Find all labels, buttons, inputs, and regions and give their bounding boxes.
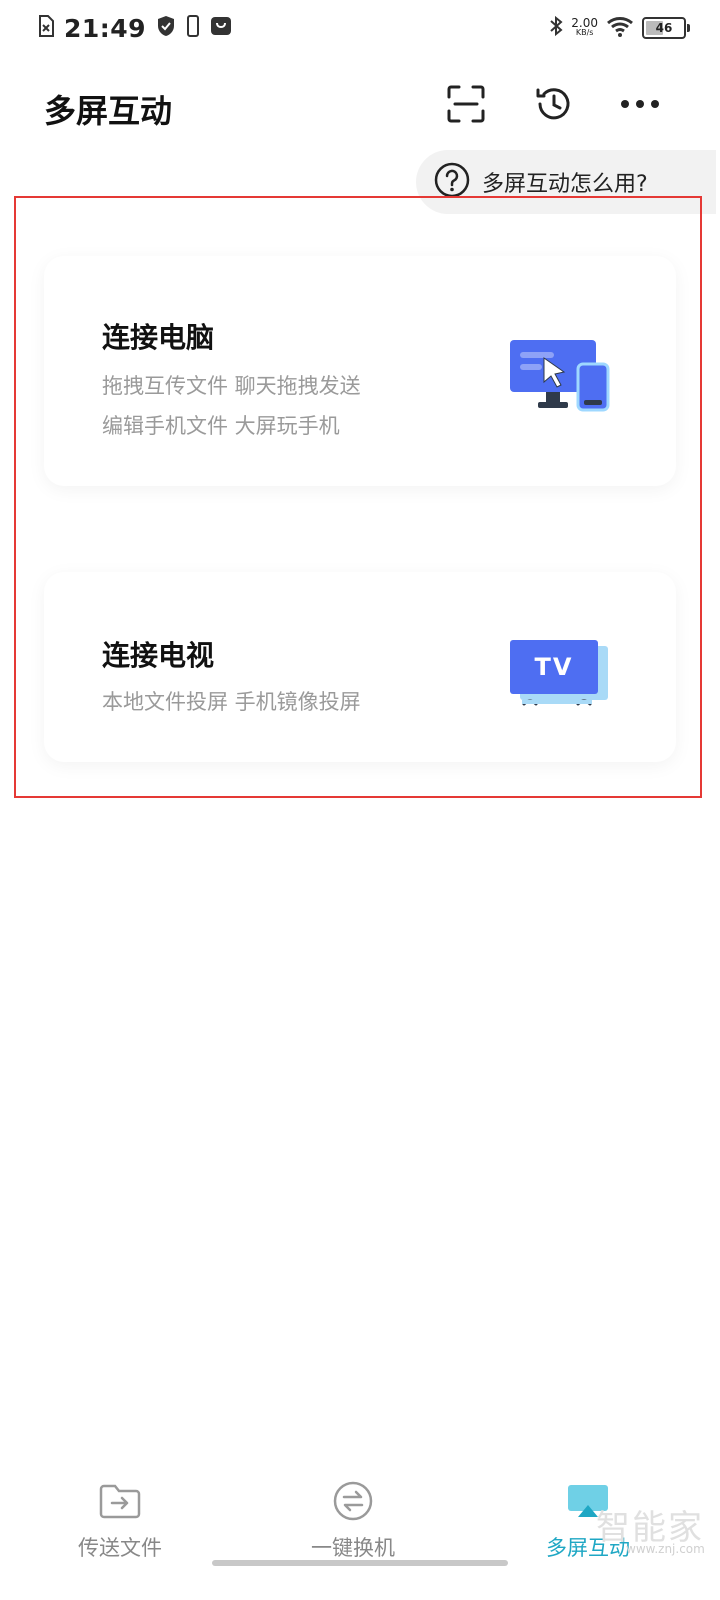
watermark-url: www.znj.com (626, 1542, 705, 1556)
status-bar: 21:49 2.00 KB/s 46 (0, 0, 720, 56)
help-label: 多屏互动怎么用? (482, 172, 648, 197)
battery-icon: 46 (642, 17, 690, 39)
status-bar-left: 21:49 (38, 12, 232, 44)
network-speed-value: 2.00 (571, 16, 598, 30)
folder-transfer-icon (97, 1478, 143, 1524)
app-bar: 多屏互动 (0, 62, 720, 148)
nav-label: 一键换机 (311, 1536, 395, 1560)
page-title: 多屏互动 (44, 92, 173, 130)
status-bar-right: 2.00 KB/s 46 (549, 12, 690, 44)
wifi-icon (606, 15, 634, 41)
nav-item-transfer-files[interactable]: 传送文件 (0, 1460, 240, 1570)
scan-icon[interactable] (442, 80, 490, 128)
swap-icon (330, 1478, 376, 1524)
battery-level: 46 (655, 21, 673, 35)
nav-item-phone-clone[interactable]: 一键换机 (233, 1460, 473, 1570)
phone-icon (186, 15, 200, 41)
network-speed: 2.00 KB/s (571, 16, 598, 38)
shield-icon (156, 15, 176, 41)
highlight-frame (14, 196, 702, 798)
status-time: 21:49 (64, 13, 147, 43)
bag-icon (210, 15, 232, 41)
home-indicator[interactable] (212, 1560, 508, 1566)
bluetooth-icon (549, 15, 563, 41)
nav-label: 传送文件 (78, 1536, 162, 1560)
sim-error-icon (38, 15, 54, 41)
history-icon[interactable] (530, 80, 578, 128)
more-icon[interactable] (616, 80, 664, 128)
